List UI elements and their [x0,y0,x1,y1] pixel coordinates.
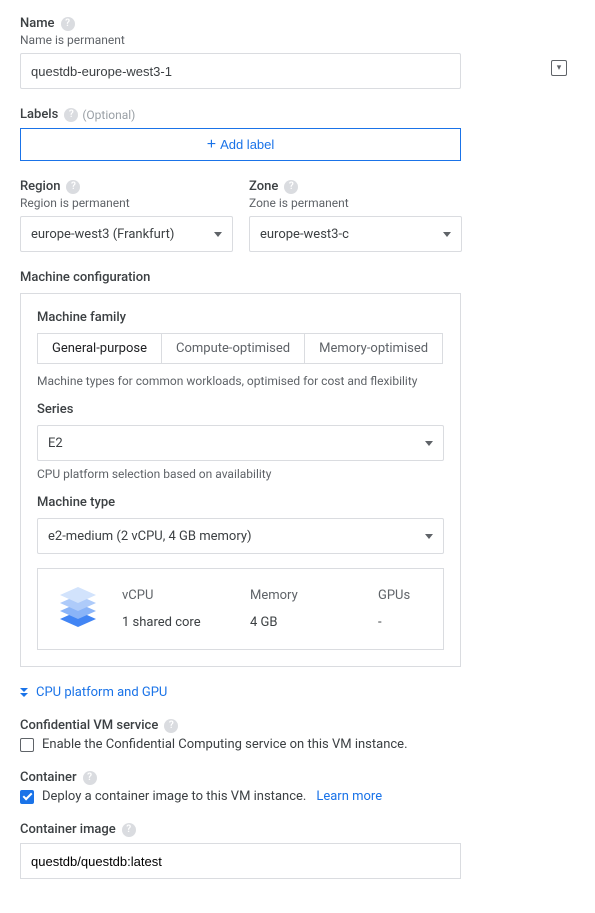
tab-general-purpose[interactable]: General-purpose [37,333,162,364]
confidential-vm-field: Confidential VM service ? Enable the Con… [20,718,575,752]
confidential-checkbox-label: Enable the Confidential Computing servic… [42,737,408,752]
memory-head: Memory [250,588,330,603]
name-label: Name [20,16,55,31]
plus-icon: + [207,137,216,153]
help-icon[interactable]: ? [164,719,178,733]
layers-icon [54,585,102,633]
machine-type-label: Machine type [37,495,444,510]
name-hint: Name is permanent [20,33,575,47]
machine-type-select[interactable]: e2-medium (2 vCPU, 4 GB memory) [37,518,444,554]
confidential-checkbox[interactable] [20,738,34,752]
zone-select[interactable]: europe-west3-c [249,216,462,252]
memory-value: 4 GB [250,615,330,630]
machine-spec-box: vCPU 1 shared core Memory 4 GB GPUs - [37,568,444,650]
machine-family-label: Machine family [37,310,444,325]
help-icon[interactable]: ? [61,17,75,31]
name-input[interactable] [20,53,461,89]
chevron-down-icon [425,441,433,446]
help-icon[interactable]: ? [64,108,78,122]
container-image-label: Container image [20,822,116,837]
labels-label: Labels [20,107,58,122]
help-icon[interactable]: ? [122,823,136,837]
help-icon[interactable]: ? [83,771,97,785]
series-label: Series [37,402,444,417]
region-hint: Region is permanent [20,196,233,210]
zone-label: Zone [249,179,278,194]
machine-family-desc: Machine types for common workloads, opti… [37,374,444,388]
help-icon[interactable]: ? [284,180,298,194]
optional-marker: (Optional) [82,108,135,122]
chevron-down-icon [425,534,433,539]
machine-config-title: Machine configuration [20,270,575,285]
labels-field: Labels ? (Optional) + Add label [20,107,575,161]
region-field: Region ? Region is permanent europe-west… [20,179,233,252]
zone-hint: Zone is permanent [249,196,462,210]
region-zone-row: Region ? Region is permanent europe-west… [20,179,575,252]
vcpu-value: 1 shared core [122,615,202,630]
zone-field: Zone ? Zone is permanent europe-west3-c [249,179,462,252]
tab-memory-optimised[interactable]: Memory-optimised [305,333,443,364]
gpus-value: - [378,615,458,630]
confidential-label: Confidential VM service [20,718,158,733]
container-image-field: Container image ? [20,822,575,879]
add-label-button[interactable]: + Add label [20,128,461,161]
container-label: Container [20,770,77,785]
chevron-down-icon [214,232,222,237]
gpus-head: GPUs [378,588,458,603]
series-select[interactable]: E2 [37,425,444,461]
cpu-platform-gpu-expand[interactable]: CPU platform and GPU [20,685,575,700]
series-helper: CPU platform selection based on availabi… [37,467,444,481]
save-icon[interactable]: ▾ [551,60,567,76]
chevron-down-icon [443,232,451,237]
container-checkbox-label: Deploy a container image to this VM inst… [42,789,306,804]
double-chevron-down-icon [20,688,28,697]
container-image-input[interactable] [20,843,461,879]
help-icon[interactable]: ? [66,180,80,194]
learn-more-link[interactable]: Learn more [316,789,382,804]
region-label: Region [20,179,60,194]
vcpu-head: vCPU [122,588,202,603]
machine-config-box: Machine family General-purpose Compute-o… [20,293,461,667]
machine-configuration-section: Machine configuration Machine family Gen… [20,270,575,667]
container-field: Container ? Deploy a container image to … [20,770,575,804]
container-checkbox[interactable] [20,790,34,804]
machine-family-tabs: General-purpose Compute-optimised Memory… [37,333,444,364]
region-select[interactable]: europe-west3 (Frankfurt) [20,216,233,252]
tab-compute-optimised[interactable]: Compute-optimised [162,333,305,364]
name-field: Name ? Name is permanent ▾ [20,16,575,89]
